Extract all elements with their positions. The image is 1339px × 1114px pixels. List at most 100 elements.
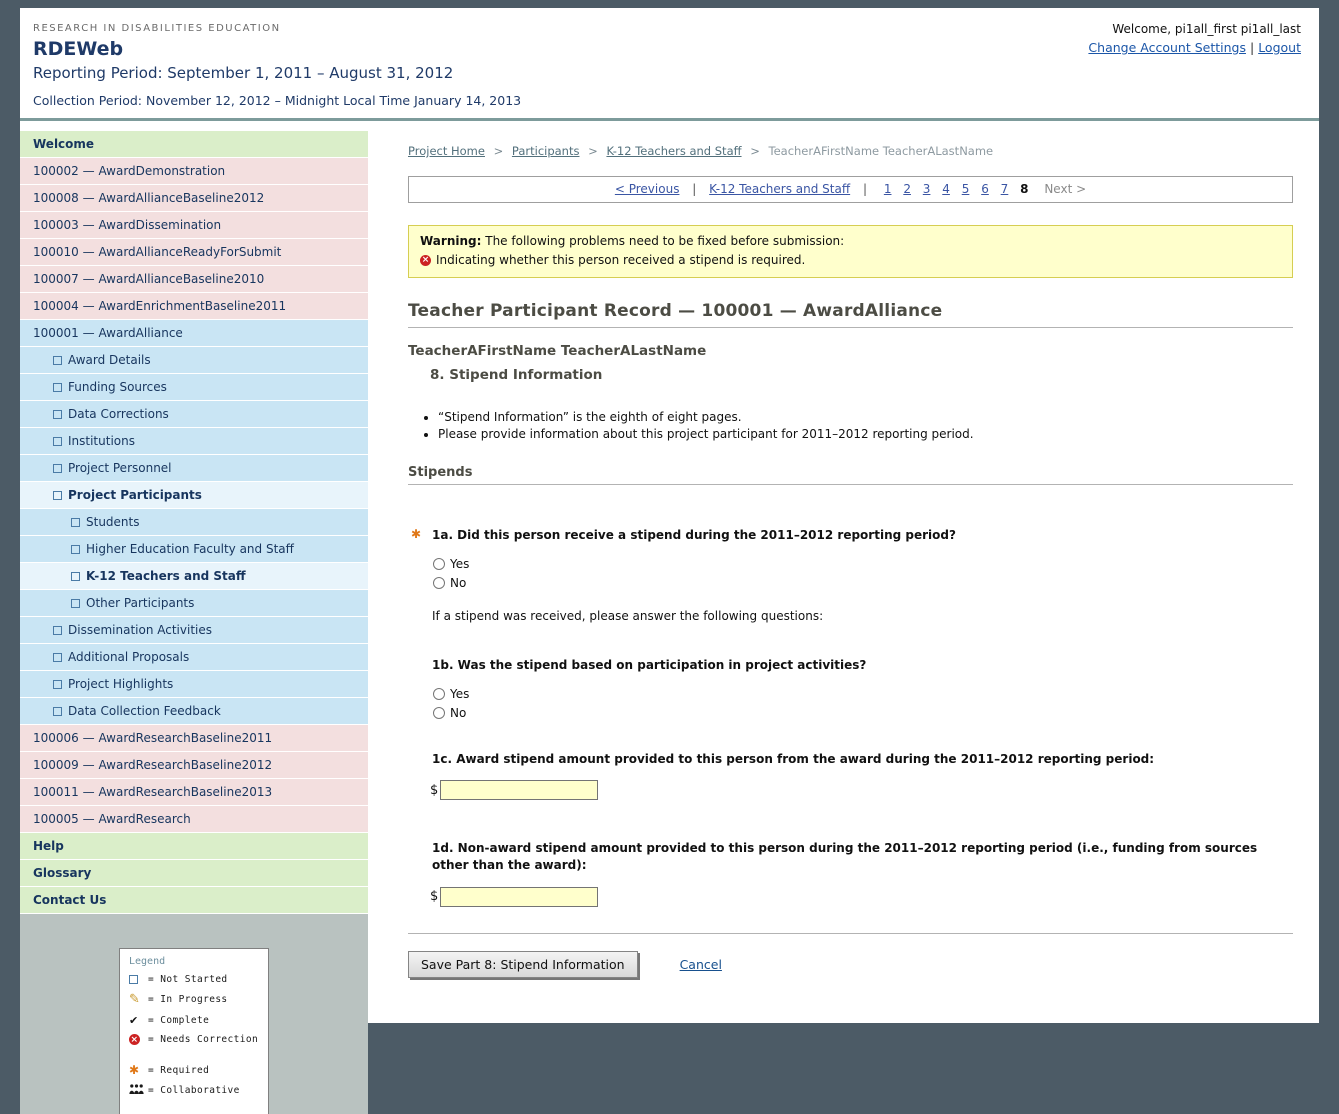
- sidebar-item-award-100003[interactable]: 100003 — AwardDissemination: [20, 212, 368, 239]
- sidebar-item-label: Project Participants: [68, 488, 202, 502]
- breadcrumb-project-home-link[interactable]: Project Home: [408, 144, 485, 158]
- sidebar-item-label: Students: [86, 515, 140, 529]
- page-7-link[interactable]: 7: [1001, 182, 1009, 196]
- not-started-icon: [53, 707, 62, 716]
- sidebar-item-other-participants[interactable]: Other Participants: [20, 590, 368, 617]
- header-account-area: Welcome, pi1all_first pi1all_last Change…: [1088, 22, 1301, 55]
- pagination-separator: |: [692, 182, 696, 196]
- sidebar-item-award-100009[interactable]: 100009 — AwardResearchBaseline2012: [20, 752, 368, 779]
- sidebar-item-higher-ed-faculty-staff[interactable]: Higher Education Faculty and Staff: [20, 536, 368, 563]
- not-started-icon: [71, 599, 80, 608]
- sidebar-item-students[interactable]: Students: [20, 509, 368, 536]
- radio-label: No: [450, 576, 466, 590]
- collaborative-icon: [129, 1084, 144, 1097]
- sidebar-item-dissemination-activities[interactable]: Dissemination Activities: [20, 617, 368, 644]
- legend-item: = Needs Correction: [129, 1034, 259, 1045]
- sidebar-item-additional-proposals[interactable]: Additional Proposals: [20, 644, 368, 671]
- breadcrumb-current: TeacherAFirstName TeacherALastName: [769, 144, 994, 158]
- sidebar-item-award-100007[interactable]: 100007 — AwardAllianceBaseline2010: [20, 266, 368, 293]
- legend-item-text: = Not Started: [148, 974, 228, 985]
- breadcrumb: Project Home > Participants > K-12 Teach…: [408, 144, 1293, 158]
- stipend-page-heading: 8. Stipend Information: [430, 367, 1293, 383]
- sidebar-item-award-100011[interactable]: 100011 — AwardResearchBaseline2013: [20, 779, 368, 806]
- stipend-note: If a stipend was received, please answer…: [432, 609, 1293, 623]
- page-3-link[interactable]: 3: [923, 182, 931, 196]
- not-started-icon: [53, 680, 62, 689]
- previous-page-link[interactable]: < Previous: [615, 182, 680, 196]
- sidebar-item-label: Higher Education Faculty and Staff: [86, 542, 294, 556]
- legend-item-text: = Needs Correction: [148, 1034, 258, 1045]
- account-links: Change Account Settings|Logout: [1088, 40, 1301, 55]
- breadcrumb-separator: >: [750, 144, 760, 158]
- q1a-option-no[interactable]: No: [433, 574, 1293, 593]
- question-1b: 1b. Was the stipend based on participati…: [408, 657, 1258, 674]
- reporting-period: Reporting Period: September 1, 2011 – Au…: [33, 64, 1305, 82]
- sidebar-item-data-collection-feedback[interactable]: Data Collection Feedback: [20, 698, 368, 725]
- sidebar-item-contact-us[interactable]: Contact Us: [20, 887, 368, 914]
- not-started-icon: [71, 545, 80, 554]
- sidebar-item-award-100008[interactable]: 100008 — AwardAllianceBaseline2012: [20, 185, 368, 212]
- page-5-link[interactable]: 5: [962, 182, 970, 196]
- not-started-icon: [129, 975, 138, 984]
- sidebar-item-funding-sources[interactable]: Funding Sources: [20, 374, 368, 401]
- logout-link[interactable]: Logout: [1258, 40, 1301, 55]
- page-2-link[interactable]: 2: [903, 182, 911, 196]
- q1a-option-yes[interactable]: Yes: [433, 555, 1293, 574]
- sidebar-item-award-100006[interactable]: 100006 — AwardResearchBaseline2011: [20, 725, 368, 752]
- q1d-amount-input[interactable]: [440, 887, 598, 907]
- cancel-link[interactable]: Cancel: [680, 957, 722, 972]
- header-gap: [20, 121, 1319, 131]
- divider: [408, 933, 1293, 934]
- sidebar-item-k12-teachers-staff[interactable]: K-12 Teachers and Staff: [20, 563, 368, 590]
- sidebar-item-help[interactable]: Help: [20, 833, 368, 860]
- sidebar-item-award-100002[interactable]: 100002 — AwardDemonstration: [20, 158, 368, 185]
- sidebar-item-project-participants[interactable]: Project Participants: [20, 482, 368, 509]
- sidebar-item-award-100004[interactable]: 100004 — AwardEnrichmentBaseline2011: [20, 293, 368, 320]
- q1b-option-yes[interactable]: Yes: [433, 685, 1293, 704]
- sidebar-item-glossary[interactable]: Glossary: [20, 860, 368, 887]
- header: RESEARCH IN DISABILITIES EDUCATION RDEWe…: [20, 8, 1319, 121]
- radio-label: No: [450, 706, 466, 720]
- page-6-link[interactable]: 6: [981, 182, 989, 196]
- page-4-link[interactable]: 4: [942, 182, 950, 196]
- breadcrumb-participants-link[interactable]: Participants: [512, 144, 580, 158]
- q1b-no-radio[interactable]: [433, 707, 445, 719]
- sidebar-item-institutions[interactable]: Institutions: [20, 428, 368, 455]
- question-1d: 1d. Non-award stipend amount provided to…: [408, 840, 1258, 874]
- sidebar-item-data-corrections[interactable]: Data Corrections: [20, 401, 368, 428]
- q1a-yes-radio[interactable]: [433, 558, 445, 570]
- radio-label: Yes: [450, 557, 469, 571]
- info-bullet: “Stipend Information” is the eighth of e…: [438, 410, 1293, 424]
- sidebar-item-label: Project Highlights: [68, 677, 173, 691]
- q1c-amount-input[interactable]: [440, 780, 598, 800]
- section-overview-link[interactable]: K-12 Teachers and Staff: [709, 182, 850, 196]
- legend-item: = In Progress: [129, 992, 259, 1007]
- sidebar-item-award-details[interactable]: Award Details: [20, 347, 368, 374]
- sidebar-item-label: Data Corrections: [68, 407, 169, 421]
- page-1-link[interactable]: 1: [884, 182, 892, 196]
- not-started-icon: [53, 356, 62, 365]
- q1a-no-radio[interactable]: [433, 577, 445, 589]
- sidebar-item-welcome[interactable]: Welcome: [20, 131, 368, 158]
- divider: [408, 484, 1293, 485]
- current-page-number: 8: [1020, 182, 1028, 196]
- warning-header: Warning: The following problems need to …: [420, 234, 1281, 248]
- sidebar-item-label: Data Collection Feedback: [68, 704, 221, 718]
- breadcrumb-k12-link[interactable]: K-12 Teachers and Staff: [606, 144, 741, 158]
- question-1c-label: 1c. Award stipend amount provided to thi…: [432, 752, 1154, 766]
- not-started-icon: [71, 518, 80, 527]
- sidebar-item-label: Additional Proposals: [68, 650, 189, 664]
- sidebar-item-label: Dissemination Activities: [68, 623, 212, 637]
- save-button[interactable]: Save Part 8: Stipend Information: [408, 951, 638, 978]
- q1b-option-no[interactable]: No: [433, 704, 1293, 723]
- sidebar-item-award-100001[interactable]: 100001 — AwardAlliance: [20, 320, 368, 347]
- change-account-settings-link[interactable]: Change Account Settings: [1088, 40, 1246, 55]
- sidebar-item-project-highlights[interactable]: Project Highlights: [20, 671, 368, 698]
- needs-correction-icon: [129, 1034, 140, 1045]
- q1b-yes-radio[interactable]: [433, 688, 445, 700]
- sidebar-item-award-100005[interactable]: 100005 — AwardResearch: [20, 806, 368, 833]
- sidebar-item-project-personnel[interactable]: Project Personnel: [20, 455, 368, 482]
- divider: [408, 327, 1293, 328]
- sidebar-item-award-100010[interactable]: 100010 — AwardAllianceReadyForSubmit: [20, 239, 368, 266]
- legend-item: = Required: [129, 1063, 259, 1077]
